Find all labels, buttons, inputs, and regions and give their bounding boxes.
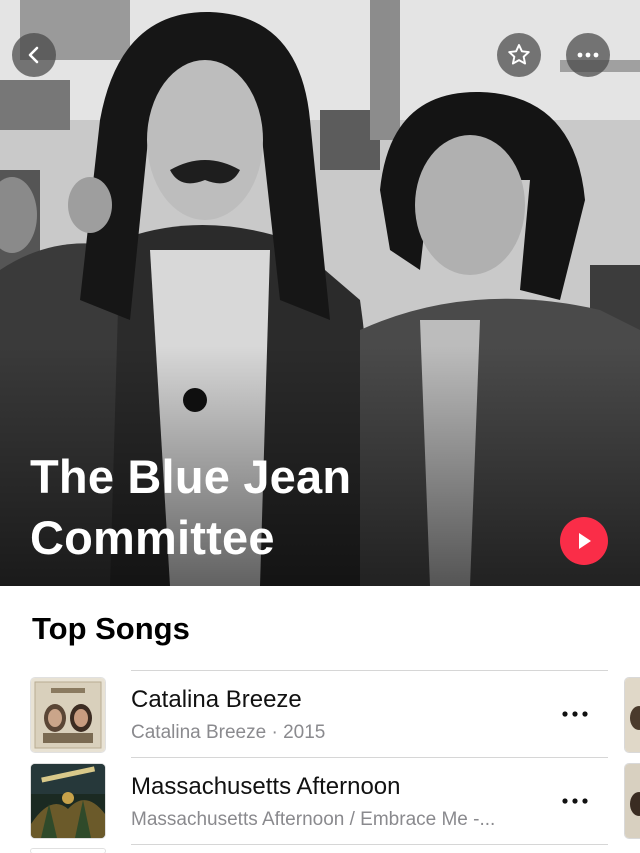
song-subtitle: Catalina Breeze · 2015 xyxy=(131,722,326,743)
album-artwork xyxy=(31,678,105,752)
song-row[interactable]: Massachusetts Afternoon Massachusetts Af… xyxy=(0,759,640,845)
divider xyxy=(131,844,608,845)
song-title: Massachusetts Afternoon xyxy=(131,773,401,800)
song-more-button[interactable] xyxy=(560,704,590,724)
divider xyxy=(131,757,608,758)
ellipsis-icon xyxy=(562,711,588,717)
next-column-artwork[interactable] xyxy=(625,764,640,838)
play-icon xyxy=(579,533,591,549)
favorite-button[interactable] xyxy=(497,33,541,77)
album-artwork xyxy=(31,849,105,853)
song-row[interactable]: Catalina Breeze Catalina Breeze · 2015 xyxy=(0,672,640,758)
artist-hero: The Blue Jean Committee xyxy=(0,0,640,586)
ellipsis-icon xyxy=(577,52,599,58)
song-title: Catalina Breeze xyxy=(131,686,302,713)
chevron-left-icon xyxy=(28,46,39,64)
song-more-button[interactable] xyxy=(560,791,590,811)
more-options-button[interactable] xyxy=(566,33,610,77)
album-artwork xyxy=(31,764,105,838)
section-title[interactable]: Top Songs xyxy=(32,611,190,647)
song-subtitle: Massachusetts Afternoon / Embrace Me -..… xyxy=(131,809,496,830)
ellipsis-icon xyxy=(562,798,588,804)
star-icon xyxy=(508,44,530,65)
next-column-artwork[interactable] xyxy=(625,678,640,752)
back-button[interactable] xyxy=(12,33,56,77)
play-button[interactable] xyxy=(560,517,608,565)
artist-name: The Blue Jean Committee xyxy=(30,450,352,564)
divider xyxy=(131,670,608,671)
